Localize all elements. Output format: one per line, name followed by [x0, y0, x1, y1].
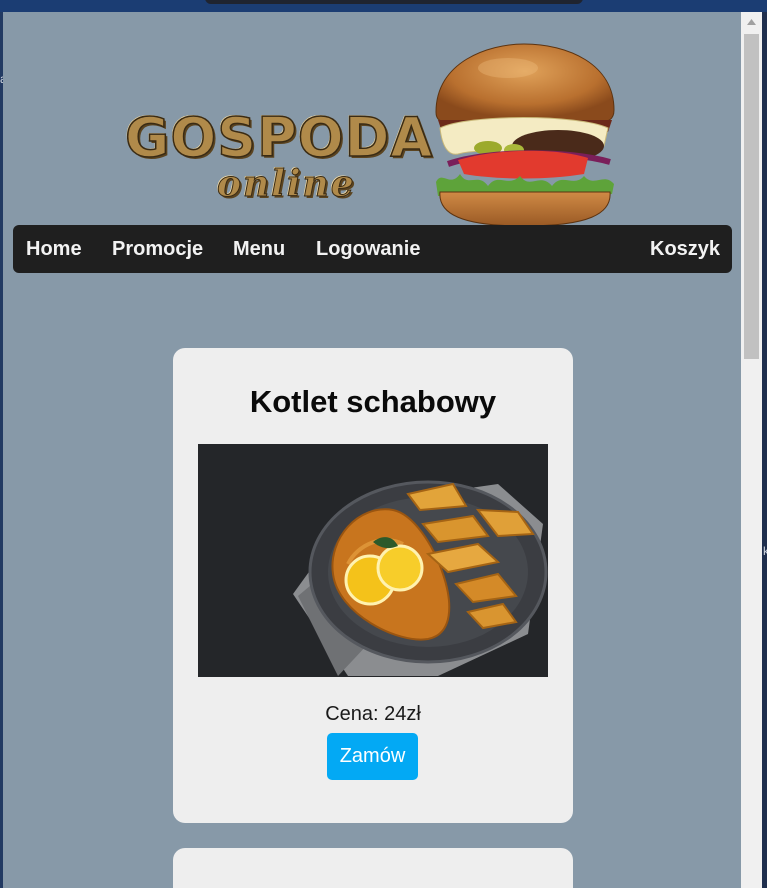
order-button[interactable]: Zamów: [327, 733, 418, 780]
window-edge-glyph-right: k: [763, 544, 767, 558]
vertical-scrollbar[interactable]: [741, 12, 762, 888]
main-navigation: Home Promocje Menu Logowanie Koszyk: [13, 225, 732, 273]
logo-main-text: GOSPODA: [124, 106, 434, 169]
page-viewport[interactable]: GOSPODA online Home Promocje Menu Logowa…: [3, 12, 741, 888]
nav-promocje[interactable]: Promocje: [112, 225, 203, 273]
window-right-edge: [762, 12, 767, 888]
scrollbar-thumb[interactable]: [744, 34, 759, 359]
nav-menu[interactable]: Menu: [233, 225, 285, 273]
site-logo[interactable]: GOSPODA online: [124, 107, 433, 233]
browser-top-bar: [0, 0, 767, 12]
address-bar-edge: [205, 0, 583, 4]
logo-sub-text: online: [217, 163, 356, 205]
burger-image: [435, 43, 615, 227]
product-card: Kotlet schabowy Cena: 24zł Zamów: [173, 348, 573, 823]
scroll-up-arrow-icon[interactable]: [741, 12, 762, 32]
nav-cart[interactable]: Koszyk: [650, 225, 720, 273]
site-header: GOSPODA online: [3, 30, 741, 227]
nav-logowanie[interactable]: Logowanie: [316, 225, 420, 273]
product-card-next: [173, 848, 573, 888]
product-image: [198, 444, 548, 677]
nav-home[interactable]: Home: [26, 225, 82, 273]
product-price: Cena: 24zł: [325, 703, 421, 725]
product-title: Kotlet schabowy: [249, 384, 497, 419]
